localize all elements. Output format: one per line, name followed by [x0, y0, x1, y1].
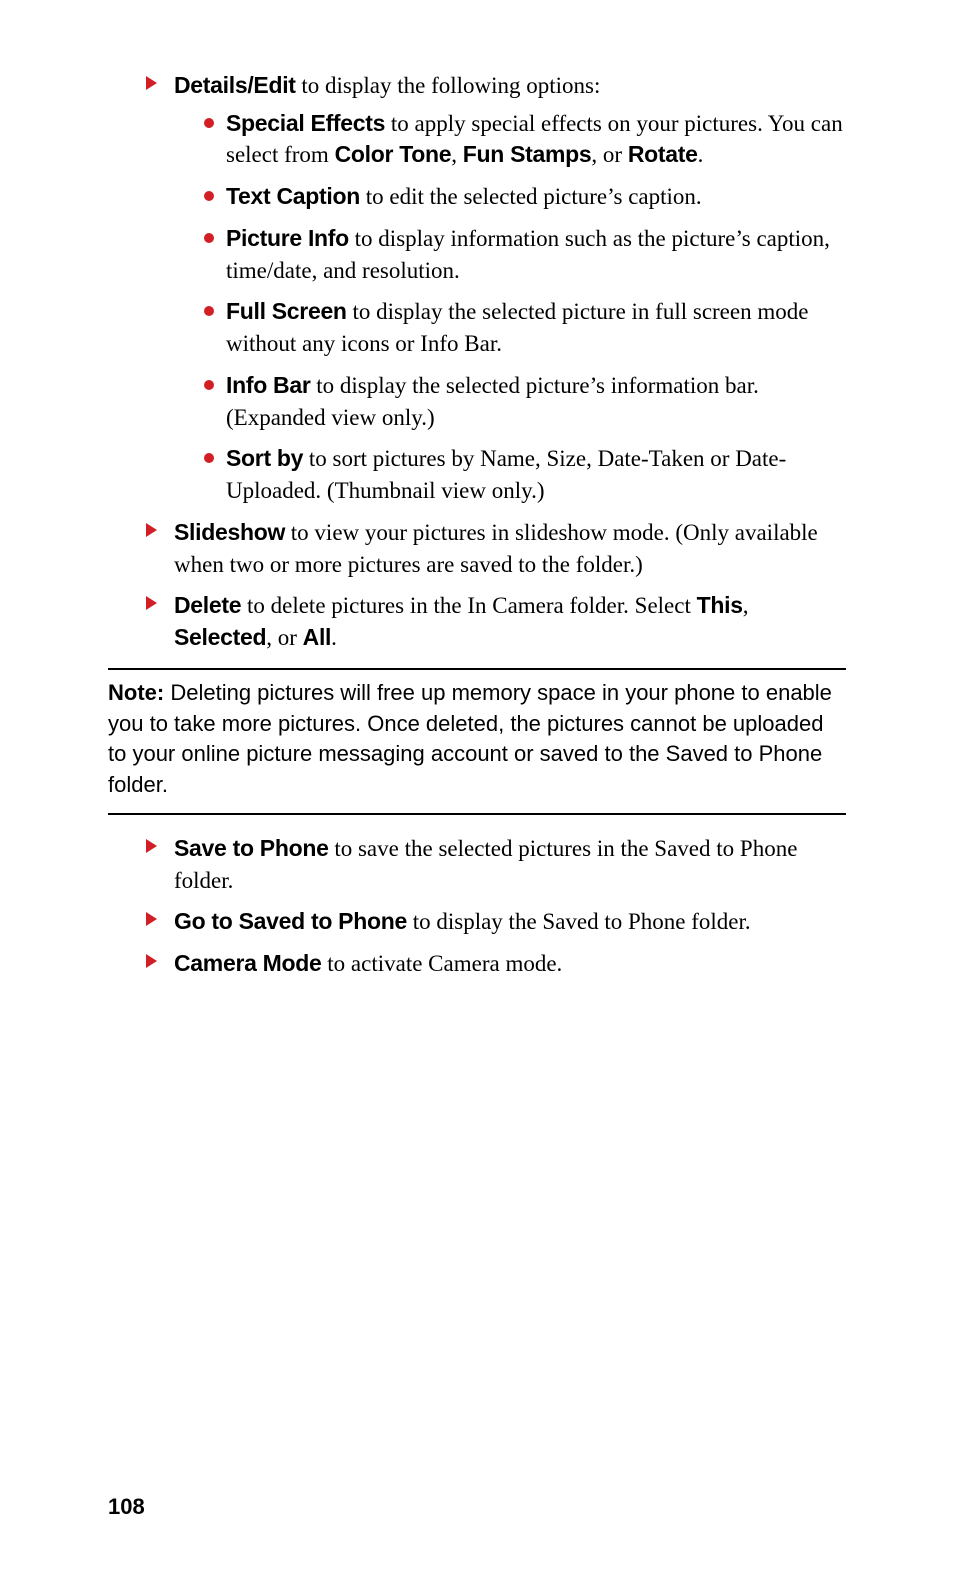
page-number: 108	[108, 1492, 145, 1522]
sub-option-info-bar: Info Bar to display the selected picture…	[206, 370, 846, 433]
option-save-to-phone: Save to Phone to save the selected pictu…	[146, 833, 846, 896]
option-text: to delete pictures in the In Camera fold…	[241, 593, 696, 618]
sub-option-full-screen: Full Screen to display the selected pict…	[206, 296, 846, 359]
note-label: Note:	[108, 680, 164, 705]
options-list-2: Save to Phone to save the selected pictu…	[108, 833, 846, 980]
triangle-icon	[146, 954, 157, 968]
option-label: Slideshow	[174, 519, 285, 545]
triangle-icon	[146, 912, 157, 926]
options-list-1: Details/Edit to display the following op…	[108, 70, 846, 654]
inline-bold: Fun Stamps	[463, 141, 592, 167]
bullet-icon	[204, 453, 214, 463]
option-label: Delete	[174, 592, 241, 618]
sub-option-label: Info Bar	[226, 372, 311, 398]
sub-options-list: Special Effects to apply special effects…	[174, 108, 846, 507]
inline-join: ,	[743, 593, 749, 618]
bullet-icon	[204, 380, 214, 390]
note-box: Note: Deleting pictures will free up mem…	[108, 668, 846, 815]
option-label: Details/Edit	[174, 72, 296, 98]
option-details-edit: Details/Edit to display the following op…	[146, 70, 846, 507]
triangle-icon	[146, 76, 157, 90]
option-slideshow: Slideshow to view your pictures in slide…	[146, 517, 846, 580]
sub-option-special-effects: Special Effects to apply special effects…	[206, 108, 846, 171]
triangle-icon	[146, 839, 157, 853]
option-label: Go to Saved to Phone	[174, 908, 407, 934]
bullet-icon	[204, 233, 214, 243]
sub-option-label: Full Screen	[226, 298, 347, 324]
inline-bold: Selected	[174, 624, 266, 650]
option-text: to display the Saved to Phone folder.	[407, 909, 751, 934]
inline-bold: Color Tone	[335, 141, 452, 167]
inline-join: ,	[451, 142, 463, 167]
option-go-to-saved: Go to Saved to Phone to display the Save…	[146, 906, 846, 938]
triangle-icon	[146, 596, 157, 610]
option-camera-mode: Camera Mode to activate Camera mode.	[146, 948, 846, 980]
bullet-icon	[204, 306, 214, 316]
inline-join: .	[331, 625, 337, 650]
sub-option-sort-by: Sort by to sort pictures by Name, Size, …	[206, 443, 846, 506]
triangle-icon	[146, 523, 157, 537]
inline-bold: This	[697, 592, 743, 618]
bullet-icon	[204, 191, 214, 201]
sub-option-label: Text Caption	[226, 183, 360, 209]
sub-option-text: to sort pictures by Name, Size, Date-Tak…	[226, 446, 786, 503]
sub-option-text-caption: Text Caption to edit the selected pictur…	[206, 181, 846, 213]
inline-join: , or	[591, 142, 627, 167]
option-label: Camera Mode	[174, 950, 322, 976]
option-text: to display the following options:	[296, 73, 601, 98]
manual-page: { "list1": [ { "bold": "Details/Edit", "…	[0, 0, 954, 1590]
inline-bold: All	[303, 624, 332, 650]
option-delete: Delete to delete pictures in the In Came…	[146, 590, 846, 653]
sub-option-label: Picture Info	[226, 225, 349, 251]
sub-option-label: Sort by	[226, 445, 303, 471]
inline-join: .	[698, 142, 704, 167]
sub-option-text: to edit the selected picture’s caption.	[360, 184, 702, 209]
note-text: Deleting pictures will free up memory sp…	[108, 680, 832, 797]
sub-option-label: Special Effects	[226, 110, 385, 136]
bullet-icon	[204, 118, 214, 128]
inline-bold: Rotate	[628, 141, 698, 167]
inline-join: , or	[266, 625, 302, 650]
option-text: to activate Camera mode.	[322, 951, 563, 976]
option-label: Save to Phone	[174, 835, 329, 861]
sub-option-picture-info: Picture Info to display information such…	[206, 223, 846, 286]
